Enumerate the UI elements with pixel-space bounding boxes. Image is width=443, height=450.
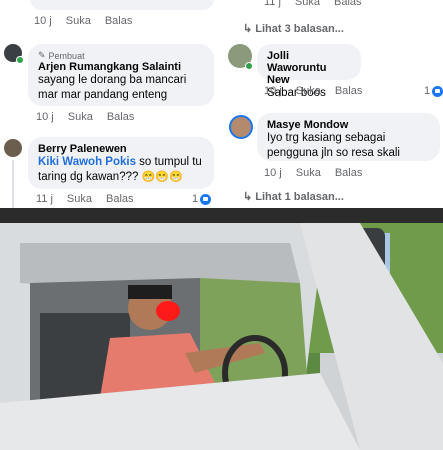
- comment-bubble: ✎ Pembuat Arjen Rumangkang Salainti sayan…: [28, 44, 214, 106]
- commenter-name[interactable]: Jolli Waworuntu New: [267, 50, 351, 86]
- like-button[interactable]: Suka: [296, 167, 321, 179]
- thread-line: [12, 160, 14, 208]
- comment-time: 11 j: [264, 0, 281, 8]
- comment-bubble: Masye Mondow Iyo trg kasiang sebagai pen…: [257, 113, 440, 161]
- image-divider: [0, 208, 443, 223]
- like-button[interactable]: Suka: [296, 85, 321, 97]
- comment-meta: 10 j Suka Balas: [264, 85, 376, 97]
- comment-time: 10 j: [34, 15, 52, 27]
- truck-photo-illustration: [0, 223, 443, 450]
- avatar[interactable]: [229, 115, 253, 139]
- commenter-name[interactable]: Masye Mondow: [267, 119, 430, 131]
- online-status-icon: [245, 62, 253, 70]
- comment-meta: 10 j Suka Balas: [36, 111, 148, 123]
- comment-text: Iyo trg kasiang sebagai pengguna jln so …: [267, 132, 400, 159]
- clipped-bubble-left: [30, 0, 214, 10]
- reply-button[interactable]: Balas: [334, 0, 362, 8]
- like-button[interactable]: Suka: [295, 0, 320, 8]
- comment-bubble: Berry Palenewen Kiki Wawoh Pokis so tump…: [28, 137, 214, 189]
- comment-text: sayang le dorang ba mancari mar mar pand…: [38, 74, 187, 101]
- comment-time: 11 j: [36, 193, 53, 205]
- pencil-icon: ✎: [38, 50, 46, 60]
- comment-meta-top-left: 10 j Suka Balas: [34, 15, 146, 27]
- comment-bubble: Jolli Waworuntu New Sabar boos: [257, 44, 361, 99]
- view-replies-one[interactable]: ↳ Lihat 1 balasan...: [243, 190, 344, 203]
- view-replies-three[interactable]: ↳ Lihat 3 balasan...: [243, 22, 344, 35]
- reply-button[interactable]: Balas: [106, 193, 134, 205]
- reply-button[interactable]: Balas: [107, 111, 135, 123]
- reply-arrow-icon: ↳: [243, 191, 253, 203]
- creator-badge: ✎ Pembuat: [38, 50, 204, 61]
- avatar[interactable]: [4, 139, 22, 157]
- creator-label: Pembuat: [48, 50, 85, 61]
- comment-meta-top-right: 11 j Suka Balas: [264, 0, 376, 8]
- comment-meta: 11 j Suka Balas: [36, 193, 148, 205]
- comment-text: Kiki Wawoh Pokis so tumpul tu taring dg …: [38, 155, 204, 185]
- like-button[interactable]: Suka: [68, 111, 93, 123]
- reaction-number: 1: [192, 193, 199, 205]
- reaction-number: 1: [424, 85, 431, 97]
- online-status-icon: [16, 56, 24, 64]
- reaction-count[interactable]: 1: [192, 193, 212, 205]
- reaction-count[interactable]: 1: [424, 85, 443, 97]
- commenter-name[interactable]: Arjen Rumangkang Salainti: [38, 61, 204, 73]
- like-icon: [432, 85, 443, 97]
- like-button[interactable]: Suka: [66, 15, 91, 27]
- comment-meta: 10 j Suka Balas: [264, 167, 376, 179]
- truck-driver-photo[interactable]: [0, 223, 443, 450]
- reply-button[interactable]: Balas: [335, 85, 363, 97]
- comment-time: 10 j: [36, 111, 54, 123]
- reply-button[interactable]: Balas: [105, 15, 133, 27]
- reply-arrow-icon: ↳: [243, 23, 253, 35]
- comment-time: 10 j: [264, 85, 282, 97]
- commenter-name[interactable]: Berry Palenewen: [38, 143, 204, 155]
- view-replies-label: Lihat 1 balasan...: [255, 191, 344, 203]
- emoji-grin: 😁😁😁: [141, 171, 183, 183]
- view-replies-label: Lihat 3 balasan...: [255, 23, 344, 35]
- comment-time: 10 j: [264, 167, 282, 179]
- mention-link[interactable]: Kiki Wawoh Pokis: [38, 156, 136, 168]
- reply-button[interactable]: Balas: [335, 167, 363, 179]
- like-button[interactable]: Suka: [67, 193, 92, 205]
- like-icon: [200, 193, 212, 205]
